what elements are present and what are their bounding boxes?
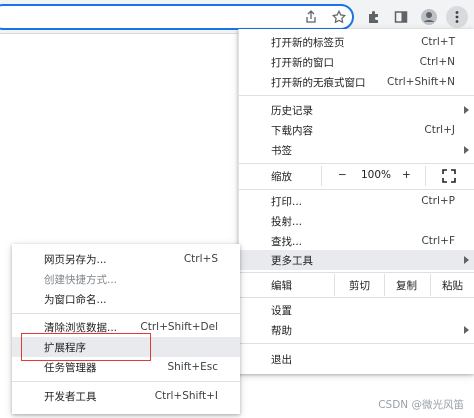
- menu-item-exit[interactable]: 退出: [239, 349, 474, 369]
- menu-divider: [239, 272, 474, 273]
- submenu-item-task-manager[interactable]: 任务管理器 Shift+Esc: [12, 357, 240, 377]
- menu-item-label: 帮助: [271, 324, 292, 337]
- zoom-divider: [425, 166, 426, 186]
- menu-divider: [239, 343, 474, 344]
- submenu-item-label: 开发者工具: [44, 390, 97, 403]
- menu-item-label: 打开新的无痕式窗口: [271, 76, 366, 89]
- watermark: CSDN @微光风笛: [378, 399, 464, 411]
- submenu-item-extensions[interactable]: 扩展程序: [12, 337, 240, 357]
- menu-item-shortcut: Ctrl+J: [424, 124, 455, 136]
- menu-item-label: 书签: [271, 144, 292, 157]
- menu-item-print[interactable]: 打印... Ctrl+P: [239, 191, 474, 211]
- submenu-item-label: 创建快捷方式...: [44, 273, 118, 286]
- menu-item-new-window[interactable]: 打开新的窗口 Ctrl+N: [239, 52, 474, 72]
- profile-icon[interactable]: [418, 6, 440, 28]
- edit-divider: [384, 274, 385, 296]
- submenu-arrow-icon: [464, 256, 469, 264]
- edit-label: 编辑: [271, 280, 292, 292]
- side-panel-icon[interactable]: [390, 6, 412, 28]
- menu-item-cast[interactable]: 投射...: [239, 211, 474, 231]
- menu-item-new-incognito-window[interactable]: 打开新的无痕式窗口 Ctrl+Shift+N: [239, 72, 474, 92]
- submenu-divider: [12, 381, 240, 382]
- menu-item-label: 打开新的标签页: [271, 36, 345, 49]
- menu-divider: [239, 95, 474, 96]
- menu-item-shortcut: Ctrl+F: [421, 235, 455, 247]
- menu-item-help[interactable]: 帮助: [239, 320, 474, 340]
- edit-divider: [334, 274, 335, 296]
- zoom-in-button[interactable]: +: [402, 169, 411, 181]
- submenu-item-name-window[interactable]: 为窗口命名...: [12, 289, 240, 309]
- address-bar[interactable]: [0, 4, 354, 30]
- menu-item-shortcut: Ctrl+Shift+N: [387, 76, 455, 88]
- zoom-divider: [321, 166, 322, 186]
- submenu-item-shortcut: Ctrl+Shift+Del: [140, 321, 218, 333]
- menu-item-label: 退出: [271, 353, 292, 366]
- menu-item-label: 更多工具: [271, 254, 313, 267]
- menu-item-more-tools[interactable]: 更多工具: [239, 250, 474, 270]
- menu-item-shortcut: Ctrl+P: [421, 195, 455, 207]
- menu-item-settings[interactable]: 设置: [239, 300, 474, 320]
- menu-item-history[interactable]: 历史记录: [239, 100, 474, 120]
- menu-item-label: 打开新的窗口: [271, 56, 334, 69]
- menu-divider: [239, 297, 474, 298]
- submenu-item-label: 网页另存为...: [44, 253, 107, 266]
- submenu-item-shortcut: Shift+Esc: [167, 361, 218, 373]
- zoom-out-button[interactable]: −: [338, 169, 347, 181]
- menu-item-label: 查找...: [271, 235, 303, 248]
- edit-row: 编辑 剪切 复制 粘贴: [239, 274, 474, 296]
- menu-divider: [239, 163, 474, 164]
- zoom-row: 缩放 − 100% +: [239, 166, 474, 186]
- copy-button[interactable]: 复制: [396, 278, 417, 293]
- submenu-item-developer-tools[interactable]: 开发者工具 Ctrl+Shift+I: [12, 386, 240, 406]
- submenu-item-create-shortcut: 创建快捷方式...: [12, 269, 240, 289]
- menu-divider: [239, 189, 474, 190]
- menu-item-downloads[interactable]: 下载内容 Ctrl+J: [239, 120, 474, 140]
- submenu-item-label: 扩展程序: [44, 341, 86, 354]
- submenu-item-label: 为窗口命名...: [44, 293, 107, 306]
- menu-item-new-tab[interactable]: 打开新的标签页 Ctrl+T: [239, 32, 474, 52]
- submenu-arrow-icon: [464, 146, 469, 154]
- puzzle-icon[interactable]: [363, 6, 385, 28]
- submenu-item-save-page[interactable]: 网页另存为... Ctrl+S: [12, 249, 240, 269]
- cut-button[interactable]: 剪切: [349, 278, 370, 293]
- more-tools-submenu: 网页另存为... Ctrl+S 创建快捷方式... 为窗口命名... 清除浏览数…: [12, 244, 240, 414]
- star-icon[interactable]: [331, 9, 347, 25]
- menu-item-label: 设置: [271, 304, 292, 317]
- zoom-level: 100%: [361, 169, 392, 181]
- menu-item-label: 历史记录: [271, 104, 313, 117]
- submenu-item-shortcut: Ctrl+S: [183, 253, 218, 265]
- submenu-divider: [12, 313, 240, 314]
- menu-item-bookmarks[interactable]: 书签: [239, 140, 474, 160]
- menu-item-shortcut: Ctrl+N: [419, 56, 455, 68]
- submenu-arrow-icon: [464, 106, 469, 114]
- edit-divider: [430, 274, 431, 296]
- menu-item-find[interactable]: 查找... Ctrl+F: [239, 231, 474, 251]
- chrome-main-menu: 打开新的标签页 Ctrl+T 打开新的窗口 Ctrl+N 打开新的无痕式窗口 C…: [238, 29, 474, 374]
- submenu-item-clear-browsing-data[interactable]: 清除浏览数据... Ctrl+Shift+Del: [12, 317, 240, 337]
- menu-item-label: 打印...: [271, 195, 303, 208]
- submenu-item-label: 清除浏览数据...: [44, 321, 118, 334]
- submenu-item-shortcut: Ctrl+Shift+I: [154, 390, 218, 402]
- submenu-item-label: 任务管理器: [44, 361, 97, 374]
- fullscreen-icon[interactable]: [442, 169, 456, 183]
- menu-item-shortcut: Ctrl+T: [421, 36, 455, 48]
- kebab-menu-icon[interactable]: [446, 6, 468, 28]
- share-icon[interactable]: [303, 9, 319, 25]
- menu-item-label: 下载内容: [271, 124, 313, 137]
- paste-button[interactable]: 粘贴: [442, 278, 463, 293]
- zoom-label: 缩放: [271, 171, 292, 183]
- submenu-arrow-icon: [464, 326, 469, 334]
- menu-item-label: 投射...: [271, 215, 303, 228]
